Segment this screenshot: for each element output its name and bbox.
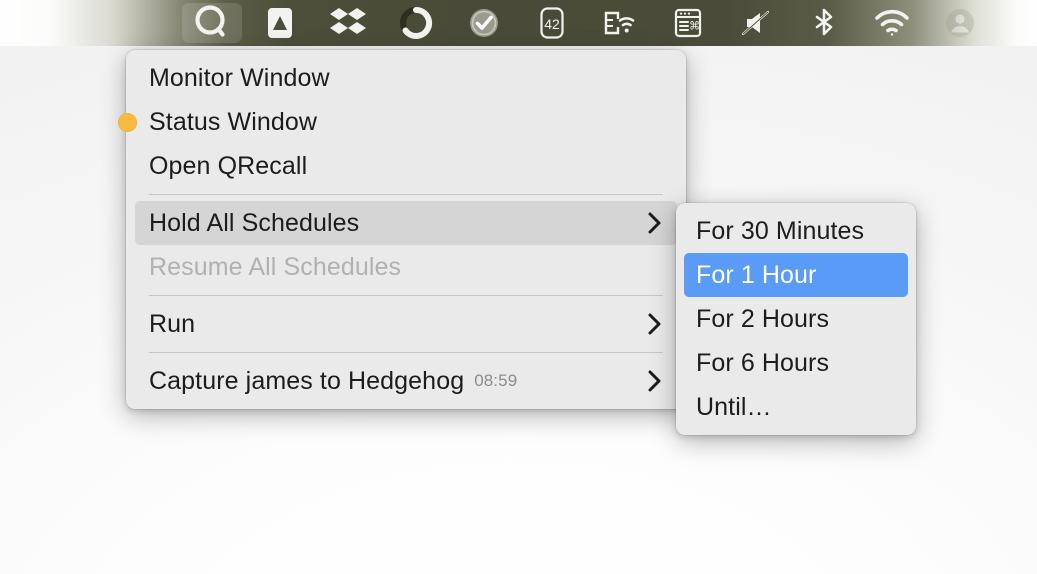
menu-separator bbox=[149, 295, 663, 296]
menu-item-label: Run bbox=[149, 309, 196, 338]
menu-item-resume-all-schedules: Resume All Schedules bbox=[135, 245, 677, 289]
menu-item-label: Capture james to Hedgehog bbox=[149, 366, 465, 395]
svg-text:⌘: ⌘ bbox=[689, 21, 700, 33]
checkmark-circle-icon[interactable] bbox=[450, 2, 518, 44]
crescent-progress-icon[interactable] bbox=[382, 2, 450, 44]
submenu-item-for-6-hours[interactable]: For 6 Hours bbox=[684, 341, 908, 385]
arq-backup-icon[interactable] bbox=[246, 2, 314, 44]
menu-item-label: Open QRecall bbox=[149, 151, 308, 180]
submenu-item-label: Until… bbox=[696, 392, 772, 421]
submenu-item-for-30-minutes[interactable]: For 30 Minutes bbox=[684, 209, 908, 253]
menu-item-capture-james-to-hedgehog[interactable]: Capture james to Hedgehog 08:59 bbox=[135, 359, 677, 403]
submenu-item-until[interactable]: Until… bbox=[684, 385, 908, 429]
menu-item-hold-all-schedules[interactable]: Hold All Schedules bbox=[135, 201, 677, 245]
screen-sharing-icon[interactable] bbox=[586, 2, 654, 44]
volume-muted-icon[interactable] bbox=[722, 2, 790, 44]
menu-item-label: Status Window bbox=[149, 107, 318, 136]
menu-item-run[interactable]: Run bbox=[135, 302, 677, 346]
menu-item-time: 08:59 bbox=[474, 371, 518, 390]
bluetooth-icon[interactable] bbox=[790, 2, 858, 44]
submenu-item-for-2-hours[interactable]: For 2 Hours bbox=[684, 297, 908, 341]
hold-all-schedules-submenu: For 30 Minutes For 1 Hour For 2 Hours Fo… bbox=[676, 203, 916, 435]
menu-item-label: Hold All Schedules bbox=[149, 208, 360, 237]
keyboard-shortcuts-icon[interactable]: ⌘ bbox=[654, 2, 722, 44]
menu-item-open-qrecall[interactable]: Open QRecall bbox=[135, 144, 677, 188]
menu-item-label: Resume All Schedules bbox=[149, 252, 402, 281]
submenu-item-label: For 30 Minutes bbox=[696, 216, 865, 245]
chevron-right-icon bbox=[629, 210, 663, 236]
menu-item-status-window[interactable]: Status Window bbox=[118, 100, 677, 144]
submenu-item-label: For 6 Hours bbox=[696, 348, 830, 377]
menu-bar: 42 ⌘ bbox=[0, 0, 1037, 46]
wifi-icon[interactable] bbox=[858, 2, 926, 44]
chevron-right-icon bbox=[629, 311, 663, 337]
chevron-right-icon bbox=[629, 368, 663, 394]
menu-separator bbox=[149, 352, 663, 353]
submenu-item-for-1-hour[interactable]: For 1 Hour bbox=[684, 253, 908, 297]
dropbox-icon[interactable] bbox=[314, 2, 382, 44]
menu-item-label: Monitor Window bbox=[149, 63, 330, 92]
qrecall-status-menu: Monitor Window Status Window Open QRecal… bbox=[118, 50, 686, 409]
menu-separator bbox=[149, 194, 663, 195]
qrecall-search-icon[interactable] bbox=[178, 2, 246, 44]
status-indicator-dot bbox=[118, 112, 137, 132]
submenu-item-label: For 1 Hour bbox=[696, 260, 817, 289]
menu-item-monitor-window[interactable]: Monitor Window bbox=[135, 56, 677, 100]
counter-42-icon[interactable]: 42 bbox=[518, 2, 586, 44]
submenu-item-label: For 2 Hours bbox=[696, 304, 830, 333]
svg-text:42: 42 bbox=[544, 16, 560, 32]
control-center-user-icon[interactable] bbox=[926, 2, 994, 44]
